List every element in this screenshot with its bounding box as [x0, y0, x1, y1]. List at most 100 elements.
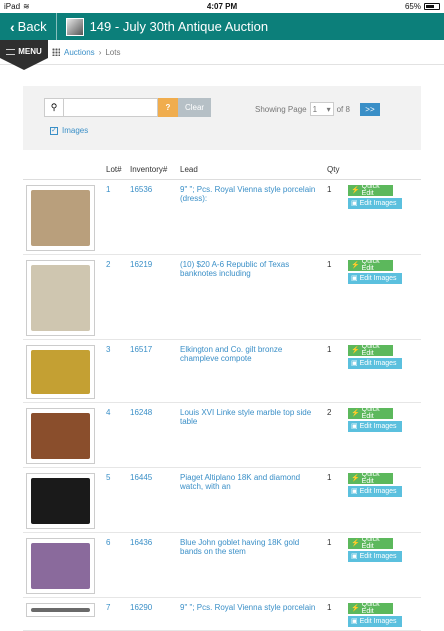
quick-edit-button[interactable]: ⚡ Quick Edit: [348, 471, 393, 485]
edit-images-label: Edit Images: [359, 487, 397, 495]
back-button[interactable]: ‹ Back: [0, 13, 57, 40]
quick-edit-button[interactable]: ⚡ Quick Edit: [348, 406, 393, 420]
battery-percent: 65%: [404, 2, 421, 11]
edit-images-button[interactable]: ▣ Edit Images: [348, 550, 402, 562]
pager-suffix: of 8: [336, 104, 350, 114]
image-icon: ▣: [351, 360, 358, 367]
col-thumb: [23, 160, 103, 180]
edit-images-label: Edit Images: [359, 552, 397, 560]
inventory-number[interactable]: 16436: [127, 532, 177, 598]
lot-number[interactable]: 6: [103, 532, 127, 598]
next-page-button[interactable]: >>: [359, 102, 380, 116]
edit-images-label: Edit Images: [359, 617, 397, 625]
lot-thumbnail[interactable]: [26, 407, 95, 464]
image-icon: ▣: [351, 423, 358, 430]
lead-text[interactable]: Elkington and Co. gilt bronze champleve …: [177, 339, 324, 403]
menu-button[interactable]: MENU: [0, 40, 48, 70]
thumb-cell: [23, 339, 103, 403]
help-button[interactable]: ?: [158, 98, 178, 117]
table-row[interactable]: 2 16219 (10) $20 A-6 Republic of Texas ban…: [23, 254, 421, 340]
lot-number[interactable]: 5: [103, 467, 127, 533]
lot-image: [31, 189, 90, 246]
lot-image: [31, 542, 90, 589]
table-row[interactable]: 4 16248 Louis XVI Linke style marble top s…: [23, 402, 421, 468]
edit-images-button[interactable]: ▣ Edit Images: [348, 272, 402, 284]
qty-value: 2: [324, 402, 345, 468]
lead-text[interactable]: Piaget Altiplano 18K and diamond watch, …: [177, 467, 324, 533]
qty-value: 1: [324, 339, 345, 403]
lead-text[interactable]: 9" "; Pcs. Royal Vienna style porcelain …: [177, 179, 324, 255]
lead-text[interactable]: Louis XVI Linke style marble top side ta…: [177, 402, 324, 468]
inventory-number[interactable]: 16219: [127, 254, 177, 340]
thumb-cell: [23, 402, 103, 468]
quick-edit-label: Quick Edit: [361, 536, 380, 550]
edit-images-button[interactable]: ▣ Edit Images: [348, 197, 402, 209]
back-label: Back: [17, 19, 47, 34]
quick-edit-button[interactable]: ⚡ Quick Edit: [348, 601, 393, 615]
bolt-icon: ⚡: [351, 262, 360, 269]
quick-edit-label: Quick Edit: [361, 183, 380, 197]
lot-number[interactable]: 3: [103, 339, 127, 403]
table-row[interactable]: 5 16445 Piaget Altiplano 18K and diamond w…: [23, 467, 421, 533]
lot-number[interactable]: 4: [103, 402, 127, 468]
quick-edit-button[interactable]: ⚡ Quick Edit: [348, 536, 393, 550]
carrier-label: iPad: [4, 2, 21, 11]
actions-cell: ⚡ Quick Edit ▣ Edit Images: [345, 467, 421, 533]
inventory-number[interactable]: 16290: [127, 597, 177, 631]
inventory-number[interactable]: 16445: [127, 467, 177, 533]
lot-thumbnail[interactable]: [26, 602, 95, 617]
quick-edit-button[interactable]: ⚡ Quick Edit: [348, 183, 393, 197]
bolt-icon: ⚡: [351, 605, 360, 612]
edit-images-button[interactable]: ▣ Edit Images: [348, 357, 402, 369]
lead-text[interactable]: Blue John goblet having 18K gold bands o…: [177, 532, 324, 598]
lot-number[interactable]: 1: [103, 179, 127, 255]
lot-image: [31, 264, 90, 331]
actions-cell: ⚡ Quick Edit ▣ Edit Images: [345, 402, 421, 468]
lot-image: [31, 477, 90, 524]
image-icon: ▣: [351, 488, 358, 495]
inventory-number[interactable]: 16536: [127, 179, 177, 255]
edit-images-button[interactable]: ▣ Edit Images: [348, 485, 402, 497]
lot-thumbnail[interactable]: [26, 537, 95, 594]
col-actions: [345, 160, 421, 180]
bolt-icon: ⚡: [351, 187, 360, 194]
lot-image: [31, 412, 90, 459]
clock: 4:07 PM: [206, 2, 238, 11]
col-inventory: Inventory#: [127, 160, 177, 180]
auction-icon: [65, 17, 84, 36]
inventory-number[interactable]: 16517: [127, 339, 177, 403]
lot-number[interactable]: 7: [103, 597, 127, 631]
edit-images-button[interactable]: ▣ Edit Images: [348, 615, 402, 627]
images-checkbox[interactable]: ✓ Images: [50, 126, 88, 135]
inventory-number[interactable]: 16248: [127, 402, 177, 468]
lot-thumbnail[interactable]: [26, 472, 95, 529]
table-row[interactable]: 3 16517 Elkington and Co. gilt bronze cham…: [23, 339, 421, 403]
col-qty: Qty: [324, 160, 345, 180]
lead-text[interactable]: 9" "; Pcs. Royal Vienna style porcelain: [177, 597, 324, 631]
page-select[interactable]: 1 ▾: [309, 102, 334, 116]
bolt-icon: ⚡: [351, 410, 360, 417]
edit-images-label: Edit Images: [359, 199, 397, 207]
quick-edit-button[interactable]: ⚡ Quick Edit: [348, 343, 393, 357]
thumb-cell: [23, 467, 103, 533]
table-row[interactable]: 6 16436 Blue John goblet having 18K gold b…: [23, 532, 421, 598]
edit-images-button[interactable]: ▣ Edit Images: [348, 420, 402, 432]
image-icon: ▣: [351, 553, 358, 560]
lot-number[interactable]: 2: [103, 254, 127, 340]
lot-thumbnail[interactable]: [26, 259, 95, 336]
table-row[interactable]: 7 16290 9" "; Pcs. Royal Vienna style porc…: [23, 597, 421, 631]
clear-button[interactable]: Clear: [178, 98, 211, 117]
lot-thumbnail[interactable]: [26, 184, 95, 251]
status-bar: iPad ≋ 4:07 PM 65%: [0, 0, 444, 13]
search-input[interactable]: [64, 98, 158, 117]
breadcrumb-auctions[interactable]: Auctions: [64, 48, 95, 57]
title-bar: ‹ Back 149 - July 30th Antique Auction: [0, 13, 444, 40]
actions-cell: ⚡ Quick Edit ▣ Edit Images: [345, 532, 421, 598]
search-icon[interactable]: ⚲: [44, 98, 64, 117]
lead-text[interactable]: (10) $20 A-6 Republic of Texas banknotes…: [177, 254, 324, 340]
edit-images-label: Edit Images: [359, 422, 397, 430]
lot-thumbnail[interactable]: [26, 344, 95, 399]
image-icon: ▣: [351, 200, 358, 207]
quick-edit-button[interactable]: ⚡ Quick Edit: [348, 258, 393, 272]
table-row[interactable]: 1 16536 9" "; Pcs. Royal Vienna style porc…: [23, 179, 421, 255]
